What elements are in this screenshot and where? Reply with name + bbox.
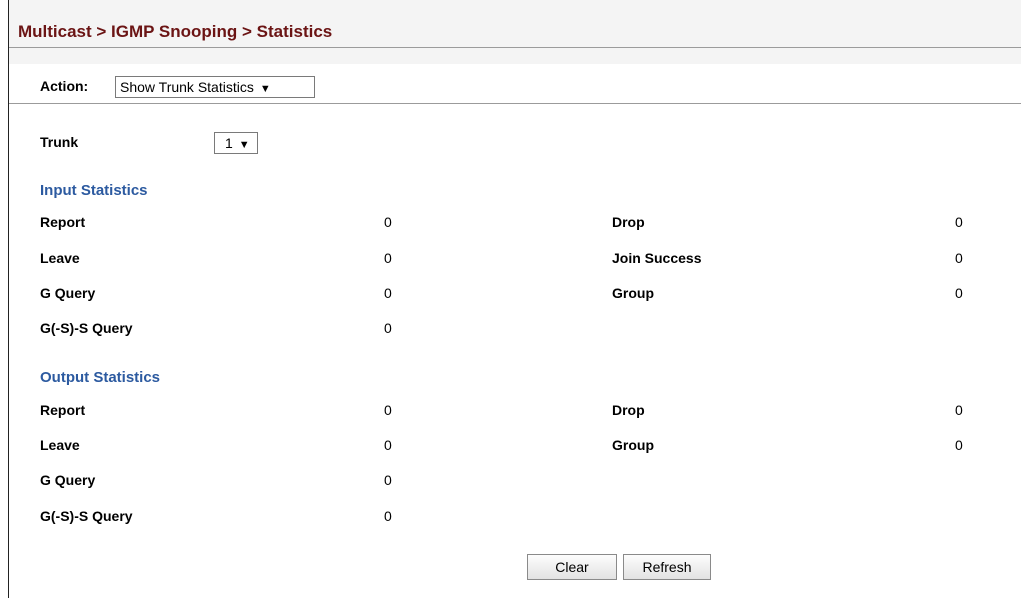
output-group-label: Group: [612, 437, 654, 453]
action-select-value: Show Trunk Statistics: [120, 79, 254, 95]
output-report-value: 0: [384, 402, 392, 418]
output-g-s-s-query-label: G(-S)-S Query: [40, 508, 133, 524]
title-bar: Multicast > IGMP Snooping > Statistics A…: [9, 0, 1021, 98]
input-g-s-s-query-label: G(-S)-S Query: [40, 320, 133, 336]
input-join-success-value: 0: [955, 250, 963, 266]
trunk-label: Trunk: [40, 134, 79, 150]
input-report-value: 0: [384, 214, 392, 230]
input-group-label: Group: [612, 285, 654, 301]
dropdown-arrow-icon: ▼: [259, 83, 271, 95]
input-leave-value: 0: [384, 250, 392, 266]
output-g-query-label: G Query: [40, 472, 96, 488]
input-join-success-label: Join Success: [612, 250, 702, 266]
input-g-query-label: G Query: [40, 285, 96, 301]
clear-button[interactable]: Clear: [527, 554, 617, 580]
input-leave-label: Leave: [40, 250, 80, 266]
input-g-s-s-query-value: 0: [384, 320, 392, 336]
input-statistics-title: Input Statistics: [40, 182, 148, 199]
page-title: Multicast > IGMP Snooping > Statistics: [18, 22, 333, 41]
output-group-value: 0: [955, 437, 963, 453]
output-leave-label: Leave: [40, 437, 80, 453]
action-select[interactable]: Show Trunk Statistics ▼: [115, 76, 315, 98]
dropdown-arrow-icon: ▼: [238, 139, 250, 151]
action-divider: [9, 103, 1021, 104]
input-g-query-value: 0: [384, 285, 392, 301]
trunk-select[interactable]: 1 ▼: [214, 132, 258, 154]
output-drop-label: Drop: [612, 402, 645, 418]
output-drop-value: 0: [955, 402, 963, 418]
output-report-label: Report: [40, 402, 86, 418]
input-drop-value: 0: [955, 214, 963, 230]
title-divider: [9, 47, 1021, 48]
refresh-button[interactable]: Refresh: [623, 554, 711, 580]
content-frame: Multicast > IGMP Snooping > Statistics A…: [8, 0, 1021, 598]
output-statistics-title: Output Statistics: [40, 369, 161, 386]
output-g-query-value: 0: [384, 472, 392, 488]
trunk-select-value: 1: [225, 135, 233, 151]
output-leave-value: 0: [384, 437, 392, 453]
input-report-label: Report: [40, 214, 86, 230]
action-label: Action:: [40, 78, 89, 94]
output-g-s-s-query-value: 0: [384, 508, 392, 524]
input-drop-label: Drop: [612, 214, 645, 230]
input-group-value: 0: [955, 285, 963, 301]
